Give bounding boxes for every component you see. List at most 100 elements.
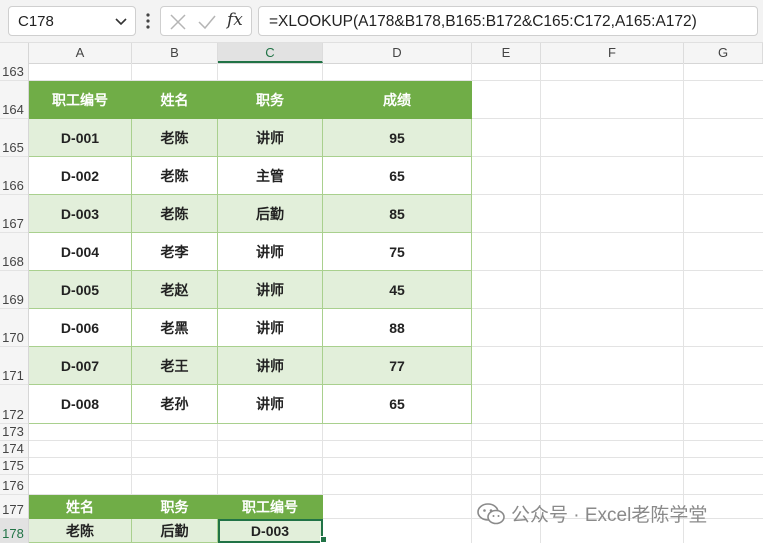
table-cell[interactable]: D-004 (29, 233, 132, 271)
row-number: 166 (2, 178, 24, 193)
grid-line (683, 63, 684, 543)
lookup-header-cell[interactable]: 职工编号 (218, 495, 323, 519)
row-header-164[interactable]: 164 (0, 81, 28, 119)
table-cell[interactable]: 65 (323, 157, 472, 195)
row-header-173[interactable]: 173 (0, 424, 28, 441)
table-cell[interactable]: 老陈 (132, 195, 218, 233)
row-header-169[interactable]: 169 (0, 271, 28, 309)
cancel-icon[interactable] (169, 13, 187, 31)
table-cell[interactable]: 讲师 (218, 309, 323, 347)
row-number: 165 (2, 140, 24, 155)
column-header-d[interactable]: D (323, 43, 472, 63)
table-cell[interactable]: 讲师 (218, 385, 323, 424)
table-cell[interactable]: 老王 (132, 347, 218, 385)
table-cell[interactable]: D-001 (29, 119, 132, 157)
name-box[interactable]: C178 (8, 6, 136, 36)
row-headers: 163 164 165 166 167 168 169 170 171 172 173 174 175 1… (0, 63, 29, 543)
more-options-icon[interactable] (145, 11, 151, 31)
row-number: 164 (2, 102, 24, 117)
column-headers: ABCDEFG (0, 43, 763, 64)
formula-buttons: fx (160, 6, 252, 36)
watermark-text: 公众号 · Excel老陈学堂 (511, 505, 708, 526)
formula-bar: C178 fx =XLOOKUP(A178&B178,B165:B172&C16… (0, 0, 763, 43)
table-cell[interactable]: 老陈 (132, 119, 218, 157)
grid-line (540, 63, 541, 543)
table-cell[interactable]: 45 (323, 271, 472, 309)
select-all-corner[interactable] (0, 43, 29, 63)
watermark: 公众号 · Excel老陈学堂 (477, 500, 707, 527)
table-header-cell[interactable]: 职务 (218, 81, 323, 119)
row-header-174[interactable]: 174 (0, 441, 28, 458)
row-number: 178 (2, 526, 24, 541)
column-header-b[interactable]: B (132, 43, 218, 63)
selected-cell-c178[interactable]: D-003 (218, 519, 323, 543)
row-number: 173 (2, 424, 24, 439)
row-header-172[interactable]: 172 (0, 385, 28, 424)
table-cell[interactable]: D-005 (29, 271, 132, 309)
row-number: 170 (2, 330, 24, 345)
table-cell[interactable]: D-002 (29, 157, 132, 195)
table-cell[interactable]: 讲师 (218, 119, 323, 157)
table-cell[interactable]: 老赵 (132, 271, 218, 309)
row-number: 167 (2, 216, 24, 231)
column-header-e[interactable]: E (472, 43, 541, 63)
row-header-166[interactable]: 166 (0, 157, 28, 195)
row-number: 174 (2, 441, 24, 456)
table-cell[interactable]: 讲师 (218, 233, 323, 271)
table-cell[interactable]: 95 (323, 119, 472, 157)
column-header-g[interactable]: G (684, 43, 763, 63)
row-header-171[interactable]: 171 (0, 347, 28, 385)
name-box-value: C178 (18, 13, 54, 30)
row-number: 163 (2, 64, 24, 79)
column-header-f[interactable]: F (541, 43, 684, 63)
table-cell[interactable]: D-003 (29, 195, 132, 233)
table-cell[interactable]: 85 (323, 195, 472, 233)
row-header-170[interactable]: 170 (0, 309, 28, 347)
row-number: 176 (2, 478, 24, 493)
row-number: 168 (2, 254, 24, 269)
row-header-165[interactable]: 165 (0, 119, 28, 157)
row-header-176[interactable]: 176 (0, 475, 28, 495)
chevron-down-icon[interactable] (113, 12, 129, 30)
confirm-icon[interactable] (197, 13, 217, 31)
lookup-header-cell[interactable]: 职务 (132, 495, 218, 519)
row-header-167[interactable]: 167 (0, 195, 28, 233)
row-header-178[interactable]: 178 (0, 519, 28, 543)
table-cell[interactable]: 老李 (132, 233, 218, 271)
lookup-cell[interactable]: 老陈 (29, 519, 132, 543)
row-header-177[interactable]: 177 (0, 495, 28, 519)
table-cell[interactable]: D-008 (29, 385, 132, 424)
table-cell[interactable]: 讲师 (218, 347, 323, 385)
table-header-cell[interactable]: 成绩 (323, 81, 472, 119)
table-cell[interactable]: 讲师 (218, 271, 323, 309)
table-cell[interactable]: 65 (323, 385, 472, 424)
row-header-168[interactable]: 168 (0, 233, 28, 271)
table-cell[interactable]: D-006 (29, 309, 132, 347)
table-cell[interactable]: 主管 (218, 157, 323, 195)
insert-function-icon[interactable]: fx (227, 10, 243, 30)
table-cell[interactable]: 77 (323, 347, 472, 385)
table-cell[interactable]: 88 (323, 309, 472, 347)
table-header-cell[interactable]: 职工编号 (29, 81, 132, 119)
lookup-cell[interactable]: 后勤 (132, 519, 218, 543)
grid-line (29, 457, 763, 458)
table-header-cell[interactable]: 姓名 (132, 81, 218, 119)
formula-input[interactable]: =XLOOKUP(A178&B178,B165:B172&C165:C172,A… (258, 6, 758, 36)
table-cell[interactable]: 老孙 (132, 385, 218, 424)
column-header-a[interactable]: A (29, 43, 132, 63)
row-number: 175 (2, 458, 24, 473)
row-number: 169 (2, 292, 24, 307)
table-cell[interactable]: 老黑 (132, 309, 218, 347)
fill-handle[interactable] (320, 536, 327, 543)
lookup-header-cell[interactable]: 姓名 (29, 495, 132, 519)
grid-line (29, 474, 763, 475)
row-header-163[interactable]: 163 (0, 63, 28, 81)
table-cell[interactable]: D-007 (29, 347, 132, 385)
row-number: 177 (2, 502, 24, 517)
column-header-c[interactable]: C (218, 43, 323, 63)
table-cell[interactable]: 75 (323, 233, 472, 271)
table-cell[interactable]: 老陈 (132, 157, 218, 195)
table-cell[interactable]: 后勤 (218, 195, 323, 233)
row-header-175[interactable]: 175 (0, 458, 28, 475)
grid-line (29, 440, 763, 441)
